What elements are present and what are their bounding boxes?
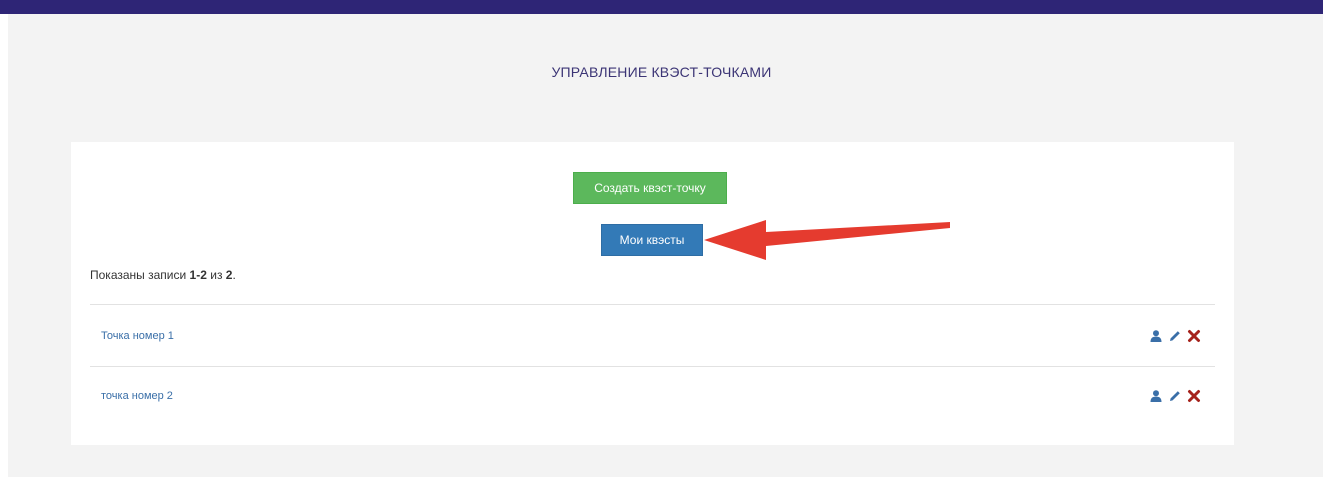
list-divider (90, 366, 1215, 367)
row-actions (1149, 329, 1201, 345)
top-navbar (0, 0, 1323, 14)
quest-point-link[interactable]: точка номер 2 (101, 390, 173, 402)
quest-points-panel: Создать квэст-точку Мои квэсты Показаны … (71, 142, 1234, 445)
row-actions (1149, 389, 1201, 405)
quest-point-link[interactable]: Точка номер 1 (101, 330, 174, 342)
pencil-icon[interactable] (1168, 389, 1182, 403)
delete-icon[interactable] (1187, 329, 1201, 343)
pencil-icon[interactable] (1168, 329, 1182, 343)
my-quests-button[interactable]: Мои квэсты (601, 224, 703, 256)
page-title: УПРАВЛЕНИЕ КВЭСТ-ТОЧКАМИ (551, 64, 772, 80)
create-quest-point-button[interactable]: Создать квэст-точку (573, 172, 727, 204)
summary-suffix: . (232, 268, 236, 282)
main-content: УПРАВЛЕНИЕ КВЭСТ-ТОЧКАМИ Создать квэст-т… (8, 14, 1323, 477)
summary-range: 1-2 (189, 268, 207, 282)
summary-of: из (210, 268, 223, 282)
delete-icon[interactable] (1187, 389, 1201, 403)
summary-prefix: Показаны записи (90, 268, 187, 282)
list-divider (90, 304, 1215, 305)
user-icon[interactable] (1149, 389, 1163, 403)
records-summary: Показаны записи 1-2 из 2. (90, 268, 236, 282)
user-icon[interactable] (1149, 329, 1163, 343)
